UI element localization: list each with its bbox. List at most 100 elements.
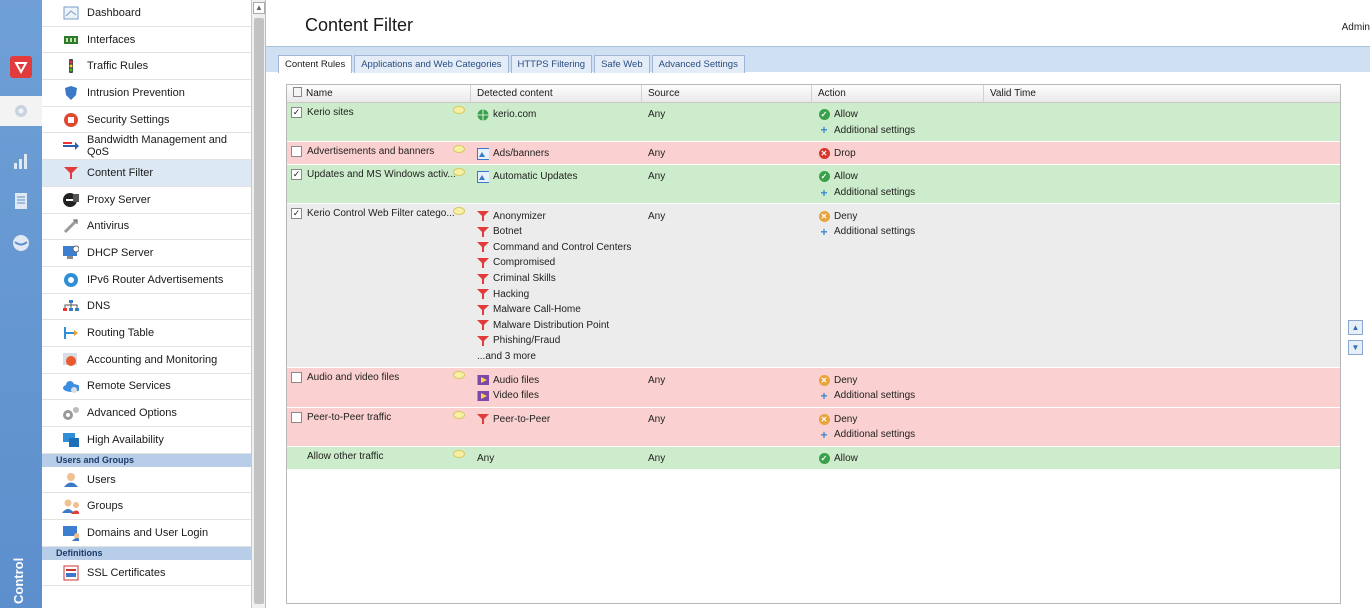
- cell-detected[interactable]: Anonymizer Botnet Command and Control Cent…: [471, 204, 642, 367]
- cell-valid-time[interactable]: [984, 103, 1340, 141]
- cell-detected[interactable]: Ads/banners: [471, 142, 642, 164]
- sidebar-item-interfaces[interactable]: Interfaces: [42, 27, 251, 54]
- sidebar-item-antivirus[interactable]: Antivirus: [42, 214, 251, 241]
- cell-action[interactable]: ✓ Allow + Additional settings: [812, 165, 984, 203]
- rule-name[interactable]: Audio and video files: [307, 372, 399, 383]
- scroll-thumb[interactable]: [254, 18, 264, 604]
- cell-valid-time[interactable]: [984, 142, 1340, 164]
- cell-valid-time[interactable]: [984, 408, 1340, 446]
- table-row[interactable]: Advertisements and banners Ads/banners Any…: [287, 142, 1340, 166]
- comment-bubble-icon[interactable]: [453, 371, 465, 380]
- sidebar-item-dns[interactable]: DNS: [42, 294, 251, 321]
- sidebar-item-users[interactable]: Users: [42, 467, 251, 494]
- status-icon[interactable]: [10, 232, 32, 254]
- sidebar-item-domains-and-user-login[interactable]: Domains and User Login: [42, 520, 251, 547]
- rule-enabled-checkbox[interactable]: ✓: [291, 107, 302, 118]
- cell-action[interactable]: ✕ Deny + Additional settings: [812, 408, 984, 446]
- sidebar-item-high-availability[interactable]: High Availability: [42, 427, 251, 454]
- comment-bubble-icon[interactable]: [453, 168, 465, 177]
- move-up-button[interactable]: ▲: [1348, 320, 1363, 335]
- rule-enabled-checkbox[interactable]: [291, 411, 302, 423]
- sidebar-item-groups[interactable]: Groups: [42, 493, 251, 521]
- cell-valid-time[interactable]: [984, 368, 1340, 406]
- sidebar-item-advanced-options[interactable]: Advanced Options: [42, 400, 251, 427]
- table-row[interactable]: ✓ Kerio Control Web Filter catego... Anony…: [287, 204, 1340, 369]
- kerio-logo-icon[interactable]: [10, 56, 32, 78]
- cell-source[interactable]: Any: [642, 103, 812, 141]
- comment-bubble-icon[interactable]: [453, 410, 465, 419]
- table-row[interactable]: Peer-to-Peer traffic Peer-to-Peer Any ✕ Deny…: [287, 407, 1340, 447]
- cell-detected[interactable]: kerio.com: [471, 103, 642, 141]
- table-row[interactable]: ✓ Kerio sites kerio.com Any ✓ Allow + Additiona…: [287, 103, 1340, 143]
- cell-valid-time[interactable]: [984, 447, 1340, 469]
- rule-name[interactable]: Peer-to-Peer traffic: [307, 412, 391, 423]
- cell-detected[interactable]: Any: [471, 447, 642, 469]
- rule-name[interactable]: Updates and MS Windows activ...: [307, 169, 456, 180]
- cell-valid-time[interactable]: [984, 165, 1340, 203]
- cell-source[interactable]: Any: [642, 142, 812, 164]
- table-row[interactable]: Allow other traffic Any Any ✓ Allow: [287, 446, 1340, 470]
- tab-safe-web[interactable]: Safe Web: [594, 55, 650, 73]
- cell-source[interactable]: Any: [642, 447, 812, 469]
- sidebar-scrollbar[interactable]: ▲: [252, 0, 266, 608]
- logs-icon[interactable]: [10, 190, 32, 212]
- list-item: Malware Call-Home: [477, 302, 642, 318]
- sidebar-item-ssl-certificates[interactable]: SSL Certificates: [42, 560, 251, 587]
- tab-advanced-settings[interactable]: Advanced Settings: [651, 55, 745, 73]
- cell-action[interactable]: ✕ Deny + Additional settings: [812, 368, 984, 406]
- column-action[interactable]: Action: [812, 85, 984, 102]
- cell-action[interactable]: ✕ Deny + Additional settings: [812, 204, 984, 367]
- column-source[interactable]: Source: [642, 85, 812, 102]
- cell-detected[interactable]: Peer-to-Peer: [471, 408, 642, 446]
- cell-valid-time[interactable]: [984, 204, 1340, 367]
- sidebar-item-traffic-rules[interactable]: Traffic Rules: [42, 53, 251, 81]
- rule-enabled-checkbox[interactable]: [291, 372, 302, 384]
- rule-name[interactable]: Kerio Control Web Filter catego...: [307, 208, 455, 219]
- rule-enabled-checkbox[interactable]: ✓: [291, 208, 302, 220]
- tab-applications-and-web-categories[interactable]: Applications and Web Categories: [354, 55, 509, 73]
- high-availability-icon: [62, 431, 79, 448]
- cell-detected[interactable]: Automatic Updates: [471, 165, 642, 203]
- user-menu[interactable]: Admin: [1342, 22, 1370, 33]
- tab-https-filtering[interactable]: HTTPS Filtering: [510, 55, 593, 73]
- sidebar-item-content-filter[interactable]: Content Filter: [42, 160, 251, 187]
- sidebar-item-intrusion-prevention[interactable]: Intrusion Prevention: [42, 80, 251, 107]
- cell-source[interactable]: Any: [642, 165, 812, 203]
- cell-action[interactable]: ✕ Drop: [812, 142, 984, 164]
- cell-detected[interactable]: Audio files Video files: [471, 368, 642, 406]
- rule-name[interactable]: Kerio sites: [307, 107, 354, 118]
- sidebar-item-accounting-and-monitoring[interactable]: Accounting and Monitoring: [42, 347, 251, 374]
- sidebar-item-dashboard[interactable]: Dashboard: [42, 0, 251, 27]
- column-valid-time[interactable]: Valid Time: [984, 85, 1340, 102]
- cell-source[interactable]: Any: [642, 408, 812, 446]
- comment-bubble-icon[interactable]: [453, 106, 465, 114]
- sidebar-item-routing-table[interactable]: Routing Table: [42, 320, 251, 347]
- comment-bubble-icon[interactable]: [453, 207, 465, 216]
- cell-action[interactable]: ✓ Allow + Additional settings: [812, 103, 984, 141]
- rule-name[interactable]: Advertisements and banners: [307, 146, 434, 157]
- cell-action[interactable]: ✓ Allow: [812, 447, 984, 469]
- rule-name[interactable]: Allow other traffic: [307, 451, 384, 462]
- sidebar-item-security-settings[interactable]: Security Settings: [42, 107, 251, 134]
- rule-enabled-checkbox[interactable]: ✓: [291, 169, 302, 181]
- settings-gear-icon[interactable]: [10, 100, 32, 122]
- scroll-up-arrow-icon[interactable]: ▲: [253, 2, 265, 14]
- comment-bubble-icon[interactable]: [453, 449, 465, 458]
- rule-enabled-checkbox[interactable]: [291, 146, 302, 158]
- statistics-icon[interactable]: [10, 150, 32, 172]
- sidebar-item-dhcp-server[interactable]: DHCP Server: [42, 240, 251, 267]
- sidebar-item-remote-services[interactable]: Remote Services: [42, 374, 251, 401]
- column-name[interactable]: Name: [287, 85, 471, 102]
- list-item: Peer-to-Peer: [477, 412, 642, 428]
- table-row[interactable]: ✓ Updates and MS Windows activ... Automati…: [287, 165, 1340, 205]
- table-row[interactable]: Audio and video files Audio files Video fi…: [287, 368, 1340, 408]
- move-down-button[interactable]: ▼: [1348, 340, 1363, 355]
- sidebar-item-proxy-server[interactable]: Proxy Server: [42, 187, 251, 214]
- sidebar-item-ipv6-router-advertisements[interactable]: IPv6 Router Advertisements: [42, 267, 251, 294]
- comment-bubble-icon[interactable]: [453, 145, 465, 154]
- sidebar-item-bandwidth-management-and-qos[interactable]: Bandwidth Management and QoS: [42, 133, 251, 161]
- cell-source[interactable]: Any: [642, 204, 812, 367]
- tab-content-rules[interactable]: Content Rules: [278, 55, 353, 73]
- cell-source[interactable]: Any: [642, 368, 812, 406]
- column-detected[interactable]: Detected content: [471, 85, 642, 102]
